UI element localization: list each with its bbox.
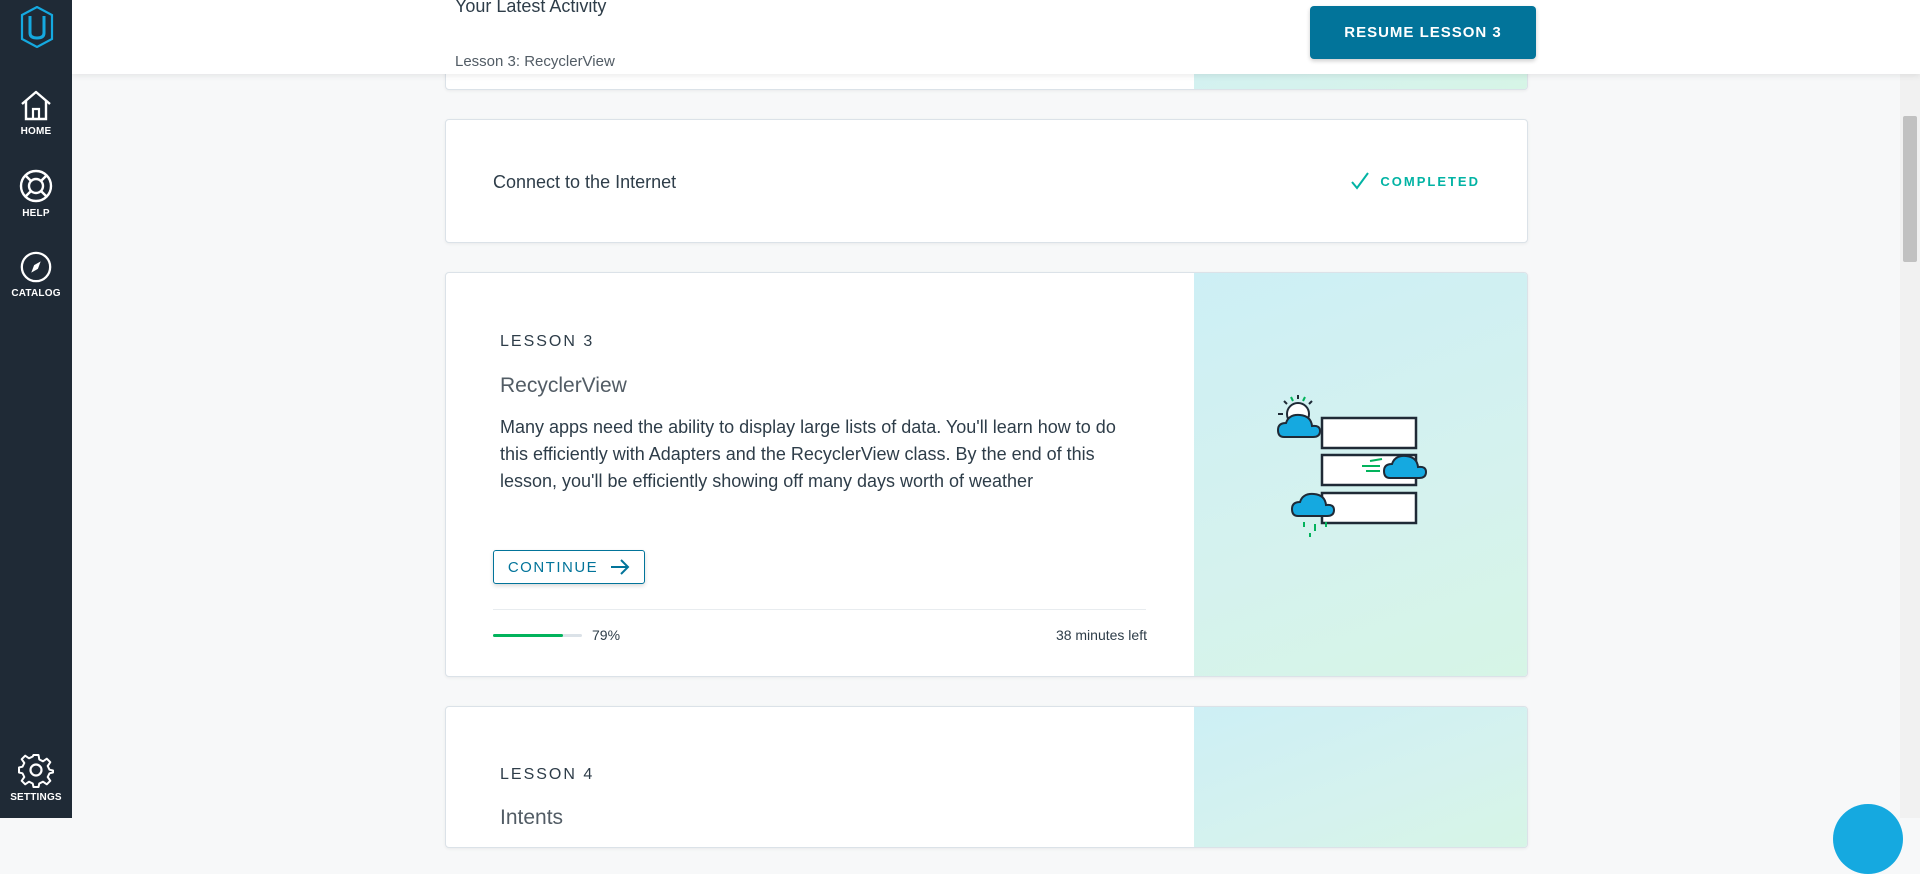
chat-bubble-button[interactable] [1833, 804, 1903, 874]
lesson-3-title: RecyclerView [500, 374, 627, 397]
lesson-4-label: LESSON 4 [500, 766, 595, 783]
resume-lesson-button[interactable]: RESUME LESSON 3 [1310, 6, 1536, 59]
gear-icon [18, 754, 54, 788]
time-left: 38 minutes left [1055, 627, 1147, 643]
card-divider [493, 609, 1146, 610]
lesson-3-description: Many apps need the ability to display la… [500, 417, 1116, 491]
weather-list-illustration [1276, 395, 1428, 537]
nav-help[interactable]: HELP [0, 168, 72, 219]
lesson-4-title: Intents [500, 806, 564, 829]
nav-settings-label: SETTINGS [10, 792, 62, 803]
progress-bar [493, 634, 582, 637]
completed-lesson-card[interactable]: Connect to the Internet COMPLETED [445, 119, 1528, 243]
latest-activity-title: Your Latest Activity [455, 0, 607, 16]
continue-button[interactable]: CONTINUE [493, 550, 645, 584]
nav-help-label: HELP [22, 208, 50, 219]
nav-home[interactable]: HOME [0, 88, 72, 137]
lesson-3-card: LESSON 3 RecyclerView Many apps need the… [445, 272, 1528, 677]
checkmark-icon [1351, 172, 1370, 190]
nav-settings[interactable]: SETTINGS [0, 752, 72, 803]
nav-catalog[interactable]: CATALOG [0, 250, 72, 299]
completed-lesson-title: Connect to the Internet [493, 172, 677, 192]
udacity-logo-icon[interactable] [18, 6, 56, 48]
completed-badge: COMPLETED [1350, 171, 1480, 191]
lesson-4-card: LESSON 4 Intents [445, 706, 1528, 848]
completed-status: COMPLETED [1380, 173, 1480, 189]
latest-activity-subtitle: Lesson 3: RecyclerView [455, 53, 615, 70]
compass-icon [20, 251, 52, 283]
lifebuoy-icon [19, 169, 53, 203]
lesson-3-label: LESSON 3 [500, 333, 595, 350]
lesson-4-illustration [1194, 707, 1527, 847]
nav-catalog-label: CATALOG [11, 288, 61, 299]
progress-bar-fill [493, 634, 564, 637]
home-icon [21, 90, 51, 121]
scrollbar-thumb[interactable] [1903, 116, 1917, 262]
arrow-right-icon [611, 559, 630, 575]
continue-label: CONTINUE [507, 558, 599, 576]
lesson-3-illustration [1194, 273, 1527, 676]
sidebar: HOME HELP CATALOG SETTINGS [0, 0, 72, 818]
nav-home-label: HOME [20, 126, 52, 137]
latest-activity-header: Your Latest Activity Lesson 3: RecyclerV… [72, 0, 1920, 74]
progress-percent: 79% [592, 627, 621, 643]
